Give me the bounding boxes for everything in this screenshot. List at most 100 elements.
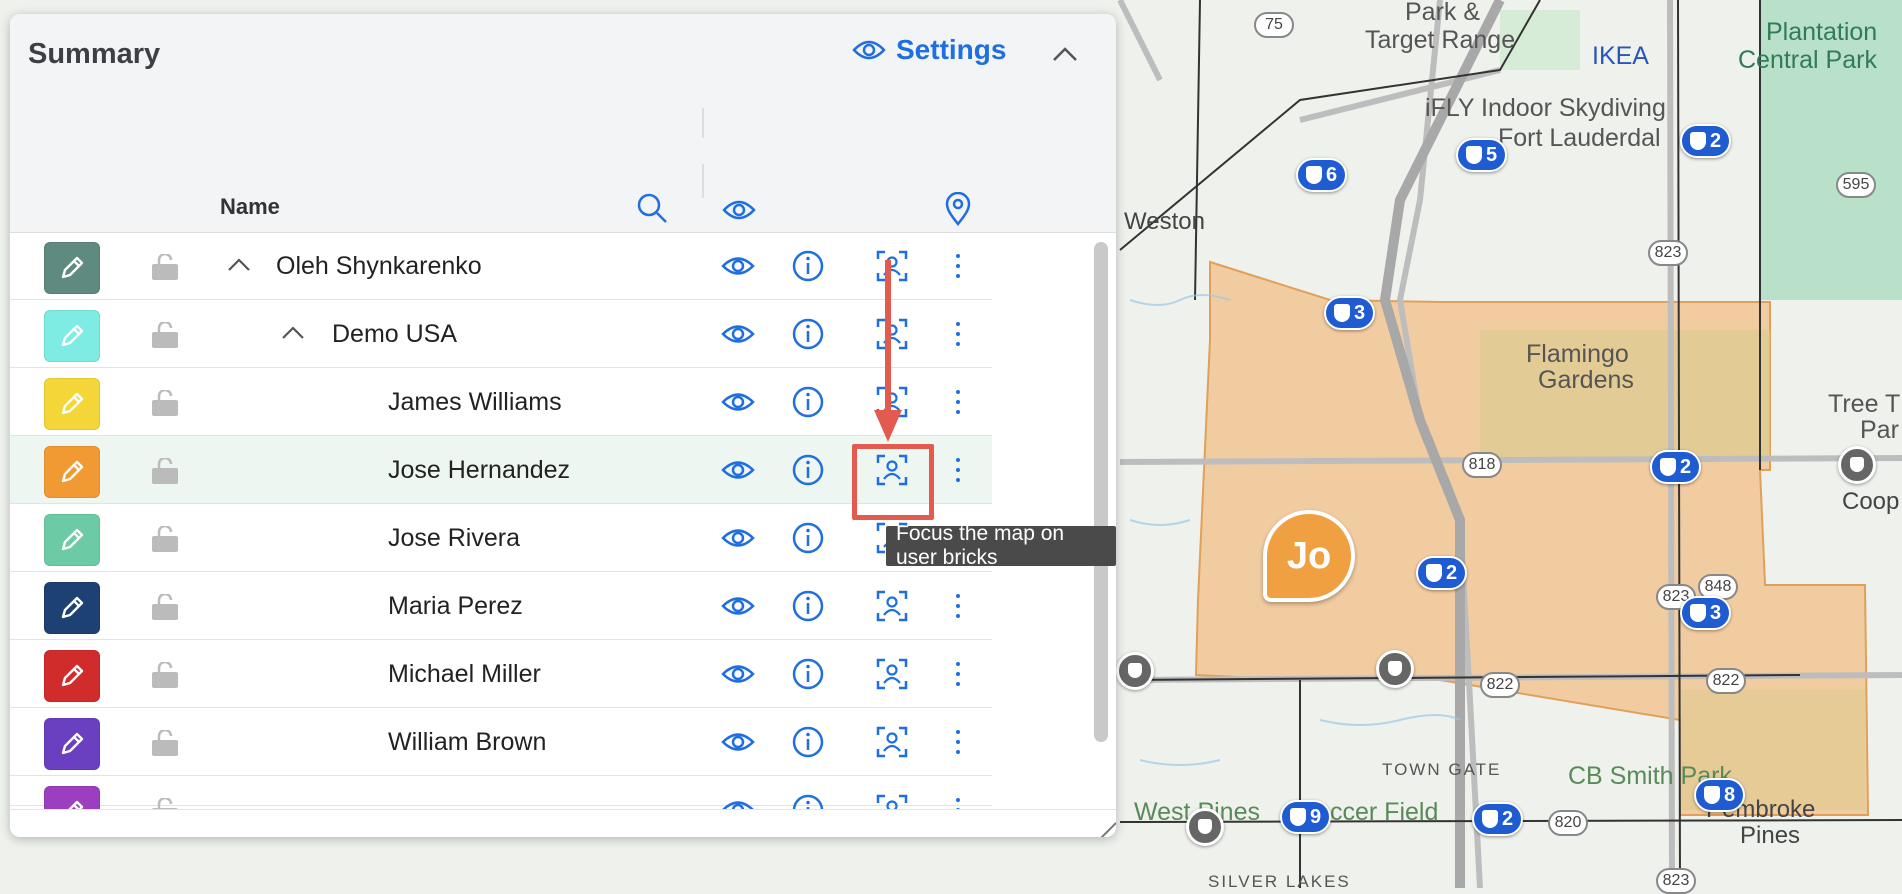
more-options-icon[interactable] (948, 316, 968, 352)
badge-count: 2 (1502, 807, 1514, 830)
info-icon[interactable] (790, 248, 826, 284)
color-swatch-button[interactable] (44, 310, 100, 362)
brick-cluster-badge[interactable]: 6 (1296, 158, 1348, 192)
pharmacy-marker[interactable] (1376, 650, 1414, 688)
search-icon[interactable] (636, 192, 668, 224)
visibility-eye-icon[interactable] (720, 724, 756, 760)
road-shield: 822 (1480, 672, 1520, 698)
lock-icon[interactable] (150, 592, 180, 620)
lock-icon[interactable] (150, 524, 180, 552)
settings-button[interactable]: Settings (852, 34, 1006, 66)
brick-cluster-badge[interactable]: 3 (1324, 296, 1376, 330)
tooltip: Focus the map on user bricks (886, 522, 1116, 569)
info-icon[interactable] (790, 656, 826, 692)
road-shield: 823 (1656, 868, 1696, 894)
lock-icon[interactable] (150, 252, 180, 280)
lock-icon[interactable] (150, 728, 180, 756)
color-swatch-button[interactable] (44, 650, 100, 702)
table-header: Name (10, 94, 1116, 233)
info-icon[interactable] (790, 452, 826, 488)
pencil-icon (57, 729, 87, 759)
brick-cluster-badge[interactable]: 2 (1680, 124, 1732, 158)
pharmacy-icon (1306, 166, 1322, 184)
summary-panel: Summary Settings Name Oleh Shynkarenko De… (10, 14, 1116, 837)
table-row[interactable]: Jose Rivera (10, 504, 992, 572)
pharmacy-marker[interactable] (1186, 808, 1224, 846)
resize-handle-icon[interactable] (1090, 819, 1116, 837)
visibility-eye-icon[interactable] (720, 656, 756, 692)
brick-cluster-badge[interactable]: 3 (1680, 596, 1732, 630)
color-swatch-button[interactable] (44, 718, 100, 770)
map-label: Par (1860, 416, 1899, 444)
brick-cluster-badge[interactable]: 5 (1456, 138, 1508, 172)
pencil-icon (57, 525, 87, 555)
visibility-eye-icon[interactable] (720, 588, 756, 624)
visibility-eye-icon[interactable] (720, 384, 756, 420)
brick-cluster-badge[interactable]: 8 (1694, 778, 1746, 812)
table-row[interactable] (10, 776, 992, 837)
visibility-eye-icon[interactable] (720, 248, 756, 284)
road-shield: 818 (1462, 452, 1502, 478)
more-options-icon[interactable] (948, 452, 968, 488)
lock-icon[interactable] (150, 660, 180, 688)
lock-icon[interactable] (150, 388, 180, 416)
brick-cluster-badge[interactable]: 9 (1280, 800, 1332, 834)
focus-user-bricks-icon[interactable] (874, 656, 910, 692)
user-avatar-marker[interactable]: Jo (1263, 510, 1355, 602)
color-swatch-button[interactable] (44, 242, 100, 294)
color-swatch-button[interactable] (44, 514, 100, 566)
info-icon[interactable] (790, 316, 826, 352)
pencil-icon (57, 593, 87, 623)
lock-icon[interactable] (150, 456, 180, 484)
chevron-up-icon[interactable] (226, 254, 252, 276)
chevron-up-icon[interactable] (280, 322, 306, 344)
more-options-icon[interactable] (948, 588, 968, 624)
focus-user-bricks-icon[interactable] (874, 588, 910, 624)
color-swatch-button[interactable] (44, 446, 100, 498)
table-row[interactable]: William Brown (10, 708, 992, 776)
column-divider (702, 164, 704, 198)
row-name: Demo USA (332, 320, 458, 348)
color-swatch-button[interactable] (44, 378, 100, 430)
eye-icon[interactable] (722, 198, 756, 222)
visibility-eye-icon[interactable] (720, 520, 756, 556)
panel-title: Summary (28, 38, 161, 70)
badge-count: 2 (1710, 129, 1722, 152)
table-row[interactable]: Demo USA (10, 300, 992, 368)
more-options-icon[interactable] (948, 248, 968, 284)
pharmacy-icon (1690, 604, 1706, 622)
map-label: Tree T (1828, 390, 1901, 418)
more-options-icon[interactable] (948, 656, 968, 692)
table-row[interactable]: Oleh Shynkarenko (10, 232, 992, 300)
table-row[interactable]: Jose Hernandez (10, 436, 992, 504)
more-options-icon[interactable] (948, 724, 968, 760)
table-row[interactable]: James Williams (10, 368, 992, 436)
badge-count: 9 (1310, 805, 1322, 828)
info-icon[interactable] (790, 588, 826, 624)
map-label: SILVER LAKES (1208, 872, 1351, 891)
table-row[interactable]: Michael Miller (10, 640, 992, 708)
map-label: Central Park (1738, 46, 1877, 74)
info-icon[interactable] (790, 520, 826, 556)
badge-count: 3 (1710, 601, 1722, 624)
visibility-eye-icon[interactable] (720, 316, 756, 352)
focus-user-bricks-icon[interactable] (874, 724, 910, 760)
brick-cluster-badge[interactable]: 2 (1650, 450, 1702, 484)
road-shield: 822 (1706, 668, 1746, 694)
chevron-up-icon[interactable] (1050, 40, 1080, 70)
location-pin-icon[interactable] (944, 192, 972, 226)
brick-cluster-badge[interactable]: 2 (1416, 556, 1468, 590)
more-options-icon[interactable] (948, 384, 968, 420)
table-row[interactable]: Maria Perez (10, 572, 992, 640)
pharmacy-marker[interactable] (1838, 446, 1876, 484)
info-icon[interactable] (790, 384, 826, 420)
pharmacy-marker[interactable] (1116, 652, 1154, 690)
row-name: Michael Miller (388, 660, 541, 688)
color-swatch-button[interactable] (44, 582, 100, 634)
visibility-eye-icon[interactable] (720, 452, 756, 488)
scrollbar[interactable] (1094, 242, 1108, 742)
info-icon[interactable] (790, 724, 826, 760)
brick-cluster-badge[interactable]: 2 (1472, 802, 1524, 836)
lock-icon[interactable] (150, 320, 180, 348)
pharmacy-icon (1704, 786, 1720, 804)
